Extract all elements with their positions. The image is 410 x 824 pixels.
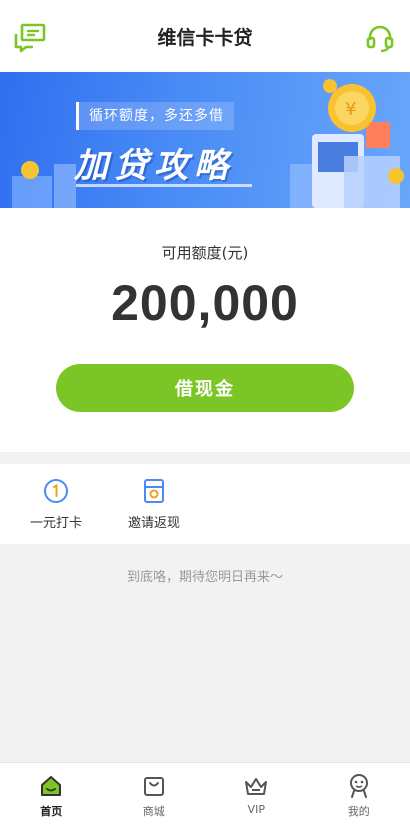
- customer-service-button[interactable]: [362, 20, 398, 56]
- available-credit-label: 可用额度(元): [161, 244, 249, 262]
- bottom-tab-bar: 首页 商城 VIP 我的: [0, 762, 410, 824]
- shortcut-label: 邀请返现: [127, 516, 180, 531]
- banner-tag: 循环额度，多还多借: [76, 102, 234, 130]
- tab-vip[interactable]: VIP: [205, 763, 308, 824]
- headset-icon: [366, 25, 394, 53]
- crown-icon: [245, 778, 268, 795]
- profile-icon: [349, 774, 368, 798]
- tab-label: 我的: [347, 805, 370, 818]
- tab-label: 商城: [142, 805, 165, 818]
- tab-label: VIP: [247, 803, 265, 816]
- tab-shop[interactable]: 商城: [103, 763, 206, 824]
- banner-headline: 加贷攻略: [74, 146, 234, 186]
- shop-bag-icon: [143, 777, 164, 796]
- invite-card-icon: [144, 479, 164, 503]
- tab-home[interactable]: 首页: [0, 763, 103, 824]
- shortcut-label: 一元打卡: [29, 516, 82, 531]
- shortcut-one-yuan-checkin[interactable]: 一元打卡: [16, 478, 96, 531]
- available-credit-amount: 200,000: [111, 275, 299, 331]
- end-of-list-note: 到底咯，期待您明日再来～: [126, 570, 283, 585]
- tab-profile[interactable]: 我的: [308, 763, 410, 824]
- page-title: 维信卡卡贷: [157, 26, 253, 49]
- one-coin-icon: [44, 479, 68, 503]
- message-button[interactable]: [12, 20, 48, 56]
- chat-bubbles-icon: [14, 23, 46, 53]
- shortcut-invite-cashback[interactable]: 邀请返现: [114, 478, 194, 531]
- svg-text:¥: ¥: [345, 99, 356, 120]
- shortcut-bar: 一元打卡 邀请返现: [0, 464, 410, 544]
- banner-divider: [76, 184, 252, 187]
- home-icon: [41, 776, 62, 796]
- tab-label: 首页: [40, 805, 63, 818]
- credit-card-panel: 可用额度(元) 200,000 借现金: [0, 208, 410, 452]
- borrow-cash-button[interactable]: 借现金: [56, 364, 354, 412]
- promo-banner[interactable]: ¥ 循环额度，多还多借 加贷攻略: [0, 72, 410, 208]
- app-header: 维信卡卡贷: [0, 0, 410, 72]
